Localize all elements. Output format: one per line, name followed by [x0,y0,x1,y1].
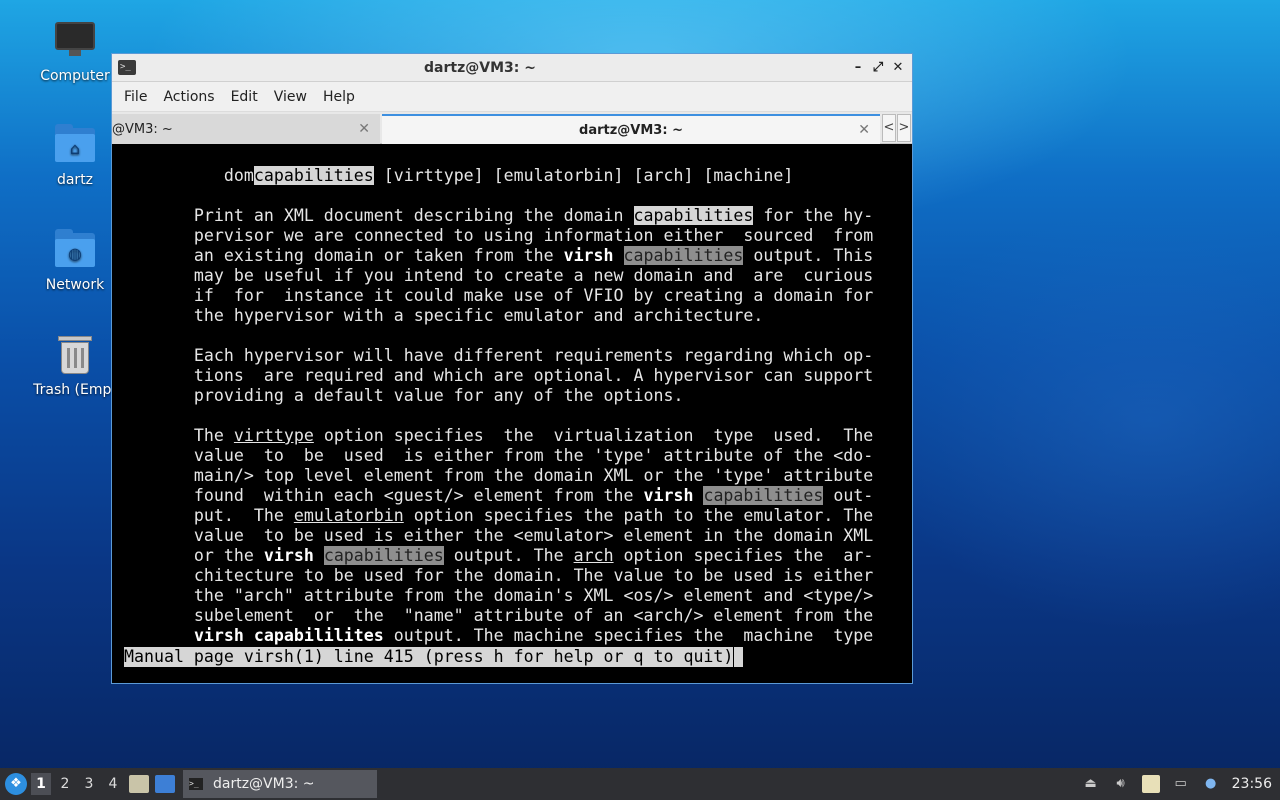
taskbar-task-terminal[interactable]: >_ dartz@VM3: ~ [183,770,377,798]
text-segment: or the [124,546,264,565]
search-match: capabilities [623,246,744,265]
minimize-button[interactable]: – [848,60,868,75]
close-button[interactable]: ✕ [888,60,908,75]
workspace-1[interactable]: 1 [31,773,51,795]
network-icon[interactable]: ▭ [1172,775,1190,793]
menu-edit[interactable]: Edit [223,89,266,105]
terminal-icon: >_ [118,60,136,75]
bold-term: virsh capabililites [193,626,384,645]
show-desktop-icon[interactable] [155,775,175,793]
volume-icon[interactable]: 🔊︎ [1112,775,1130,793]
tab-bar: @VM3: ~ ✕ dartz@VM3: ~ ✕ < > [112,112,912,144]
text-segment [314,546,324,565]
text-segment: may be useful if you intend to create a … [124,266,874,285]
text-segment: option specifies the ar- [613,546,874,565]
desktop: { "desktop": { "icons": [ {"label": "Com… [0,0,1280,800]
text-segment: out- [823,486,874,505]
tab-active[interactable]: dartz@VM3: ~ ✕ [382,114,880,144]
eject-icon[interactable]: ⏏ [1082,775,1100,793]
text-segment: output. The machine specifies the machin… [383,626,874,645]
taskbar: ❖ 1 2 3 4 >_ dartz@VM3: ~ ⏏ 🔊︎ ▭ ● 23:56 [0,768,1280,800]
text-segment: an existing domain or taken from the [124,246,564,265]
search-match: capabilities [703,486,824,505]
tab-close-icon[interactable]: ✕ [858,122,870,138]
text-segment: the hypervisor with a specific emulator … [124,306,764,325]
clipboard-icon[interactable] [1141,775,1160,793]
search-match-current: capabilities [633,206,754,225]
text-segment: output. The [443,546,574,565]
underlined-term: emulatorbin [293,506,404,525]
search-match-current: capabilities [253,166,374,185]
workspace-4[interactable]: 4 [103,773,123,795]
text-segment: output. This [743,246,874,265]
tab-inactive[interactable]: @VM3: ~ ✕ [112,114,380,144]
bold-term: virsh [263,546,314,565]
menu-file[interactable]: File [116,89,155,105]
menu-help[interactable]: Help [315,89,363,105]
text-segment [124,626,194,645]
trash-icon [53,332,97,376]
workspace-2[interactable]: 2 [55,773,75,795]
text-segment: value to be used is either the <emulator… [124,526,874,545]
maximize-button[interactable]: ⤢ [868,60,888,75]
text-segment: [virttype] [emulatorbin] [arch] [machine… [373,166,794,185]
text-segment: if for instance it could make use of VFI… [124,286,874,305]
text-segment: option specifies the path to the emulato… [403,506,874,525]
menu-view[interactable]: View [266,89,315,105]
text-segment: value to be used is either from the 'typ… [124,446,874,465]
tab-next-button[interactable]: > [897,114,911,142]
man-page-text: domcapabilities [virttype] [emulatorbin]… [124,166,873,646]
bold-term: virsh [643,486,694,505]
computer-icon [53,18,97,62]
menu-actions[interactable]: Actions [155,89,222,105]
text-segment: chitecture to be used for the domain. Th… [124,566,874,585]
workspace-3[interactable]: 3 [79,773,99,795]
system-tray: ⏏ 🔊︎ ▭ ● 23:56 [1082,768,1280,800]
home-folder-icon: ⌂ [53,122,97,166]
task-label: dartz@VM3: ~ [213,776,315,792]
text-segment: pervisor we are connected to using infor… [124,226,874,245]
text-segment: found within each <guest/> element from … [124,486,644,505]
text-segment: for the hy- [753,206,874,225]
clock[interactable]: 23:56 [1232,776,1272,792]
tab-label: dartz@VM3: ~ [579,122,683,138]
text-segment: providing a default value for any of the… [124,386,684,405]
text-segment: put. The [124,506,294,525]
terminal-output[interactable]: domcapabilities [virttype] [emulatorbin]… [114,147,910,681]
start-menu-icon[interactable]: ❖ [5,773,27,795]
tab-close-icon[interactable]: ✕ [358,121,370,137]
network-folder-icon: ◍ [53,227,97,271]
text-segment: subelement or the "name" attribute of an… [124,606,874,625]
file-manager-icon[interactable] [129,775,149,793]
text-segment: The [124,426,234,445]
text-segment: tions are required and which are optiona… [124,366,874,385]
notification-icon[interactable]: ● [1202,775,1220,793]
search-match: capabilities [323,546,444,565]
underlined-term: arch [573,546,614,565]
tab-label: @VM3: ~ [112,121,173,137]
tab-prev-button[interactable]: < [882,114,896,142]
window-title: dartz@VM3: ~ [424,59,536,76]
terminal-icon: >_ [189,778,203,790]
bold-term: virsh [563,246,614,265]
underlined-term: virttype [233,426,314,445]
text-segment: Each hypervisor will have different requ… [124,346,874,365]
text-segment [693,486,703,505]
pager-status-line: Manual page virsh(1) line 415 (press h f… [124,647,734,667]
text-segment: dom [124,166,254,185]
window-titlebar[interactable]: >_ dartz@VM3: ~ – ⤢ ✕ [112,54,912,82]
text-segment: main/> top level element from the domain… [124,466,874,485]
text-cursor [734,647,743,667]
menubar: File Actions Edit View Help [112,82,912,112]
text-segment [614,246,624,265]
text-segment: the "arch" attribute from the domain's X… [124,586,874,605]
terminal-window: >_ dartz@VM3: ~ – ⤢ ✕ File Actions Edit … [111,53,913,684]
text-segment: Print an XML document describing the dom… [124,206,634,225]
text-segment: option specifies the virtualization type… [313,426,874,445]
